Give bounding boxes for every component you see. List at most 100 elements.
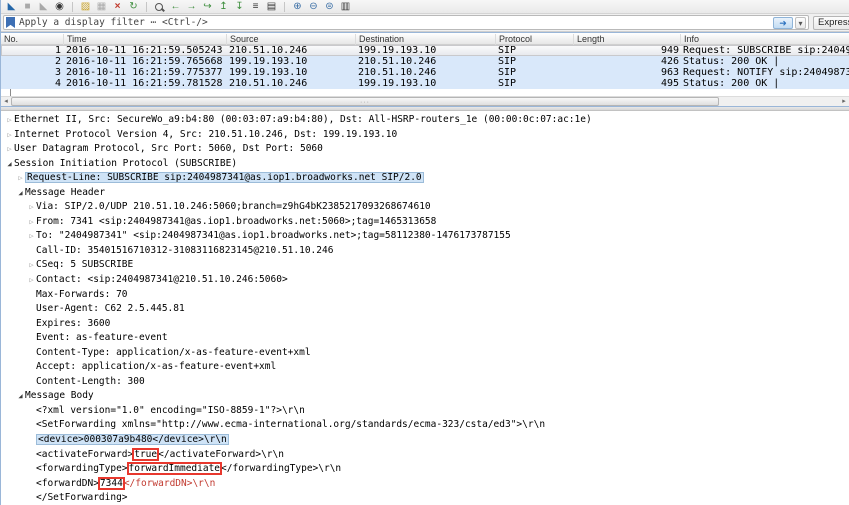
column-header-destination[interactable]: Destination (355, 34, 404, 45)
detail-row[interactable]: </SetForwarding> (1, 491, 849, 505)
reload-icon[interactable]: ↻ (126, 1, 141, 13)
column-header-no[interactable]: No. (1, 34, 18, 45)
detail-text: From: 7341 <sip:2404987341@as.iop1.broad… (36, 216, 436, 227)
detail-row[interactable]: Content-Length: 300 (1, 375, 849, 390)
detail-text-segment: </forwardingType>\r\n (221, 463, 341, 474)
detail-text: Ethernet II, Src: SecureWo_a9:b4:80 (00:… (14, 114, 592, 125)
filter-dropdown-caret[interactable]: ▾ (795, 17, 806, 29)
stop-capture-icon[interactable]: ■ (20, 1, 35, 13)
cell-info: Status: 200 OK | (683, 78, 849, 89)
zoom-in-icon[interactable]: ⊕ (290, 1, 305, 13)
detail-text: To: "2404987341" <sip:2404987341@as.iop1… (36, 230, 511, 241)
detail-row[interactable]: <forwardDN>7344</forwardDN>\r\n (1, 477, 849, 492)
detail-row[interactable]: ◢Session Initiation Protocol (SUBSCRIBE) (1, 157, 849, 172)
packet-list-hscrollbar[interactable]: ◂ ··· ▸ (1, 96, 849, 106)
column-header-source[interactable]: Source (226, 34, 259, 45)
detail-row[interactable]: ▷CSeq: 5 SUBSCRIBE (1, 258, 849, 273)
detail-row[interactable]: Max-Forwards: 70 (1, 288, 849, 303)
detail-row[interactable]: Call-ID: 35401516710312-31083116823145@2… (1, 244, 849, 259)
detail-row[interactable]: <device>000307a9b480</device>\r\n (1, 433, 849, 448)
column-header-info[interactable]: Info (680, 34, 699, 45)
scroll-left-icon[interactable]: ◂ (1, 97, 11, 107)
expander-collapsed-icon[interactable]: ▷ (27, 200, 36, 215)
detail-row[interactable]: ▷To: "2404987341" <sip:2404987341@as.iop… (1, 229, 849, 244)
detail-row[interactable]: Expires: 3600 (1, 317, 849, 332)
packet-list-pane: No. Time Source Destination Protocol Length In… (1, 32, 849, 107)
detail-text: Event: as-feature-event (36, 332, 168, 343)
detail-text: <device>000307a9b480</device>\r\n (36, 434, 229, 445)
restart-capture-icon[interactable]: ◣ (36, 1, 51, 13)
expander-collapsed-icon[interactable]: ▷ (5, 113, 14, 128)
scrollbar-thumb[interactable]: ··· (11, 97, 719, 106)
detail-row[interactable]: <forwardingType>forwardImmediate</forwar… (1, 462, 849, 477)
cell-time: 2016-10-11 16:21:59.781528 (66, 78, 228, 89)
detail-row[interactable]: ▷User Datagram Protocol, Src Port: 5060,… (1, 142, 849, 157)
detail-text: Session Initiation Protocol (SUBSCRIBE) (14, 158, 237, 169)
detail-row[interactable]: <?xml version="1.0" encoding="ISO-8859-1… (1, 404, 849, 419)
expander-expanded-icon[interactable]: ◢ (16, 186, 25, 201)
detail-row[interactable]: ▷Internet Protocol Version 4, Src: 210.5… (1, 128, 849, 143)
cell-no: 2 (1, 56, 61, 67)
column-header-protocol[interactable]: Protocol (495, 34, 532, 45)
zoom-out-icon[interactable]: ⊖ (306, 1, 321, 13)
detail-text: CSeq: 5 SUBSCRIBE (36, 259, 133, 270)
detail-text: Accept: application/x-as-feature-event+x… (36, 361, 276, 372)
go-first-packet-icon[interactable]: ↥ (216, 1, 231, 13)
scrollbar-grip: ··· (360, 99, 370, 106)
expression-button[interactable]: Expression… (813, 16, 849, 30)
save-file-icon[interactable]: ▦ (94, 1, 109, 13)
detail-row[interactable]: <SetForwarding xmlns="http://www.ecma-in… (1, 418, 849, 433)
annotation-box: true (133, 449, 158, 460)
detail-text: Internet Protocol Version 4, Src: 210.51… (14, 129, 397, 140)
apply-filter-button[interactable]: ➜ (773, 17, 793, 29)
filter-bookmark-icon[interactable] (6, 17, 15, 28)
scroll-right-icon[interactable]: ▸ (839, 97, 849, 107)
detail-row[interactable]: ▷Via: SIP/2.0/UDP 210.51.10.246:5060;bra… (1, 200, 849, 215)
packet-details-pane: ▷Ethernet II, Src: SecureWo_a9:b4:80 (00… (1, 111, 849, 505)
column-header-length[interactable]: Length (573, 34, 605, 45)
expander-expanded-icon[interactable]: ◢ (16, 389, 25, 404)
expander-collapsed-icon[interactable]: ▷ (27, 215, 36, 230)
resize-columns-icon[interactable]: ▥ (338, 1, 353, 13)
detail-row[interactable]: ◢Message Header (1, 186, 849, 201)
start-capture-icon[interactable]: ◣ (4, 1, 19, 13)
expander-collapsed-icon[interactable]: ▷ (27, 229, 36, 244)
go-forward-icon[interactable]: → (184, 1, 199, 13)
expander-collapsed-icon[interactable]: ▷ (5, 142, 14, 157)
expander-collapsed-icon[interactable]: ▷ (27, 258, 36, 273)
main-toolbar: ◣■◣◉▨▦×↻←→↪↥↧≡▤⊕⊖⊜▥ (1, 0, 849, 14)
find-packet-icon[interactable] (152, 1, 167, 13)
detail-row[interactable]: ◢Message Body (1, 389, 849, 404)
filter-toolbar: Apply a display filter ⋯ <Ctrl-/> ➜ ▾ Ex… (1, 14, 849, 32)
detail-row[interactable]: ▷From: 7341 <sip:2404987341@as.iop1.broa… (1, 215, 849, 230)
column-header-time[interactable]: Time (63, 34, 87, 45)
open-file-icon[interactable]: ▨ (78, 1, 93, 13)
packet-row[interactable]: 22016-10-11 16:21:59.765668199.19.193.10… (1, 56, 849, 67)
detail-row[interactable]: Content-Type: application/x-as-feature-e… (1, 346, 849, 361)
go-to-packet-icon[interactable]: ↪ (200, 1, 215, 13)
auto-scroll-icon[interactable]: ≡ (248, 1, 263, 13)
detail-row[interactable]: Event: as-feature-event (1, 331, 849, 346)
display-filter-input[interactable]: Apply a display filter ⋯ <Ctrl-/> ➜ ▾ (3, 15, 809, 30)
detail-row[interactable]: Accept: application/x-as-feature-event+x… (1, 360, 849, 375)
detail-row[interactable]: <activateForward>true</activateForward>\… (1, 448, 849, 463)
detail-row[interactable]: ▷Request-Line: SUBSCRIBE sip:2404987341@… (1, 171, 849, 186)
detail-row[interactable]: ▷Contact: <sip:2404987341@210.51.10.246:… (1, 273, 849, 288)
go-back-icon[interactable]: ← (168, 1, 183, 13)
go-last-packet-icon[interactable]: ↧ (232, 1, 247, 13)
packet-row[interactable]: 42016-10-11 16:21:59.781528210.51.10.246… (1, 78, 849, 89)
detail-row[interactable]: User-Agent: C62 2.5.445.81 (1, 302, 849, 317)
close-file-icon[interactable]: × (110, 1, 125, 13)
expander-collapsed-icon[interactable]: ▷ (5, 128, 14, 143)
zoom-original-icon[interactable]: ⊜ (322, 1, 337, 13)
colorize-packets-icon[interactable]: ▤ (264, 1, 279, 13)
expander-collapsed-icon[interactable]: ▷ (27, 273, 36, 288)
expander-collapsed-icon[interactable]: ▷ (16, 171, 25, 186)
expander-expanded-icon[interactable]: ◢ (5, 157, 14, 172)
packet-row[interactable]: 32016-10-11 16:21:59.775377199.19.193.10… (1, 67, 849, 78)
packet-row[interactable]: 12016-10-11 16:21:59.505243210.51.10.246… (1, 45, 849, 56)
cell-dst: 210.51.10.246 (358, 56, 497, 67)
detail-row[interactable]: ▷Ethernet II, Src: SecureWo_a9:b4:80 (00… (1, 113, 849, 128)
packet-list-header[interactable]: No. Time Source Destination Protocol Length In… (1, 33, 849, 45)
capture-options-icon[interactable]: ◉ (52, 1, 67, 13)
